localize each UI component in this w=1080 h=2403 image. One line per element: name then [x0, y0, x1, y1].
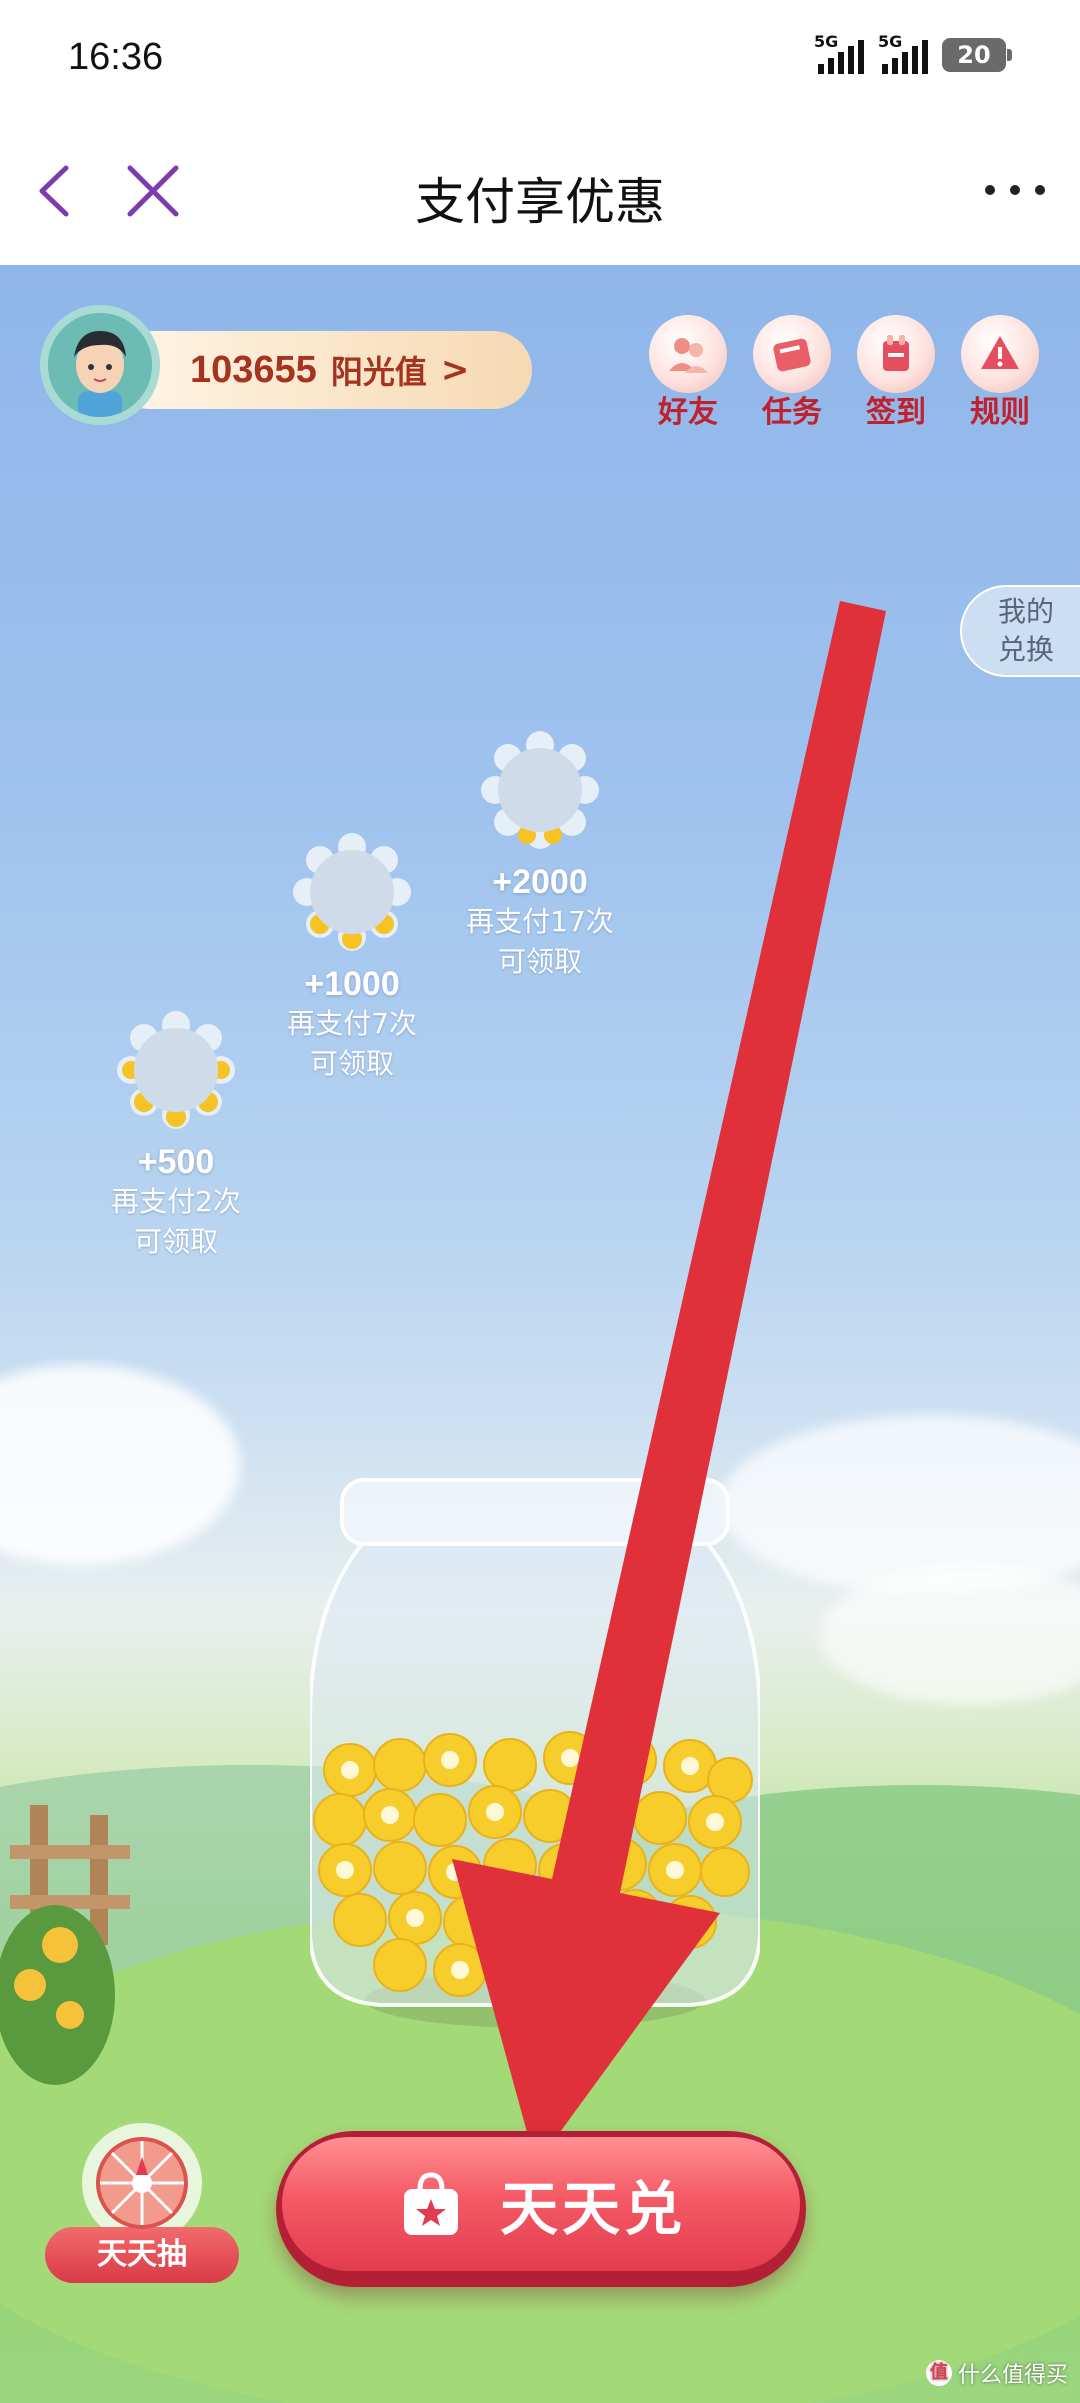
daily-exchange-label: 天天兑 — [499, 2175, 686, 2243]
token-condition: 再支付17次 — [466, 905, 614, 938]
token-amount: +1000 — [304, 965, 400, 1003]
token-amount: +500 — [137, 1143, 215, 1181]
task-label: 任务 — [762, 395, 822, 430]
cloud — [720, 1415, 1080, 1595]
daily-lottery-label: 天天抽 — [45, 2227, 239, 2283]
chevron-right-icon: > — [440, 350, 470, 390]
friends-label: 好友 — [658, 395, 718, 430]
checkin-button[interactable]: 签到 — [856, 315, 936, 431]
status-indicators: 5G 5G 20 — [814, 32, 1012, 74]
daily-lottery-button[interactable]: 天天抽 — [42, 2123, 242, 2283]
sunflower-token-icon — [481, 731, 599, 849]
watermark-badge: 值 — [925, 2360, 952, 2386]
status-bar: 16:36 5G 5G 20 — [0, 0, 1080, 120]
fence-flowers-icon — [0, 1805, 130, 2085]
sun-token-500[interactable]: +500 再支付2次 可领取 — [86, 1005, 266, 1262]
daily-exchange-button[interactable]: 天天兑 — [276, 2131, 806, 2287]
token-condition: 可领取 — [309, 1047, 394, 1080]
nav-bar: 支付享优惠 — [0, 120, 1080, 265]
page-title: 支付享优惠 — [415, 173, 665, 231]
task-icon — [773, 338, 811, 372]
checkin-label: 签到 — [866, 395, 926, 430]
avatar-icon — [48, 313, 152, 417]
token-condition: 再支付7次 — [287, 1007, 417, 1040]
token-condition: 可领取 — [497, 945, 582, 978]
friends-button[interactable]: 好友 — [648, 315, 728, 431]
sunlight-balance[interactable]: 103655 阳光值 > — [110, 331, 532, 409]
sunflower-token-icon — [293, 833, 411, 951]
watermark: 值 什么值得买 — [925, 2357, 1068, 2389]
signal-icon: 5G — [878, 32, 928, 74]
signal-icon: 5G — [814, 32, 864, 74]
prize-wheel-icon — [96, 2137, 188, 2229]
battery-icon: 20 — [942, 38, 1012, 72]
sunlight-label: 阳光值 — [330, 353, 427, 391]
my-exchange-button[interactable]: 我的 兑换 — [960, 585, 1080, 677]
avatar[interactable] — [40, 305, 160, 425]
sunlight-jar[interactable] — [310, 1460, 760, 2030]
sun-token-1000[interactable]: +1000 再支付7次 可领取 — [262, 827, 442, 1084]
checkin-icon — [883, 335, 909, 371]
signal-label: 5G — [878, 32, 903, 51]
token-amount: +2000 — [492, 863, 588, 901]
cloud — [0, 1365, 240, 1565]
more-icon[interactable] — [980, 170, 1050, 210]
rules-icon — [981, 336, 1019, 369]
rules-button[interactable]: 规则 — [960, 315, 1040, 431]
sun-token-2000[interactable]: +2000 再支付17次 可领取 — [450, 725, 630, 982]
my-exchange-line2: 兑换 — [997, 633, 1054, 666]
shopping-bag-icon — [403, 2172, 458, 2235]
sunflower-token-icon — [117, 1011, 235, 1129]
my-exchange-line1: 我的 — [997, 595, 1054, 628]
token-condition: 再支付2次 — [111, 1185, 241, 1218]
friends-icon — [669, 338, 708, 373]
status-time: 16:36 — [68, 36, 164, 78]
rules-label: 规则 — [970, 395, 1030, 430]
game-scene: 103655 阳光值 > 好友 任务 签到 规则 我的 兑换 +500 再支付2… — [0, 265, 1080, 2403]
token-condition: 可领取 — [133, 1225, 218, 1258]
signal-label: 5G — [814, 32, 839, 51]
task-button[interactable]: 任务 — [752, 315, 832, 431]
sunlight-value: 103655 — [190, 348, 317, 391]
watermark-text: 什么值得买 — [957, 2363, 1068, 2388]
